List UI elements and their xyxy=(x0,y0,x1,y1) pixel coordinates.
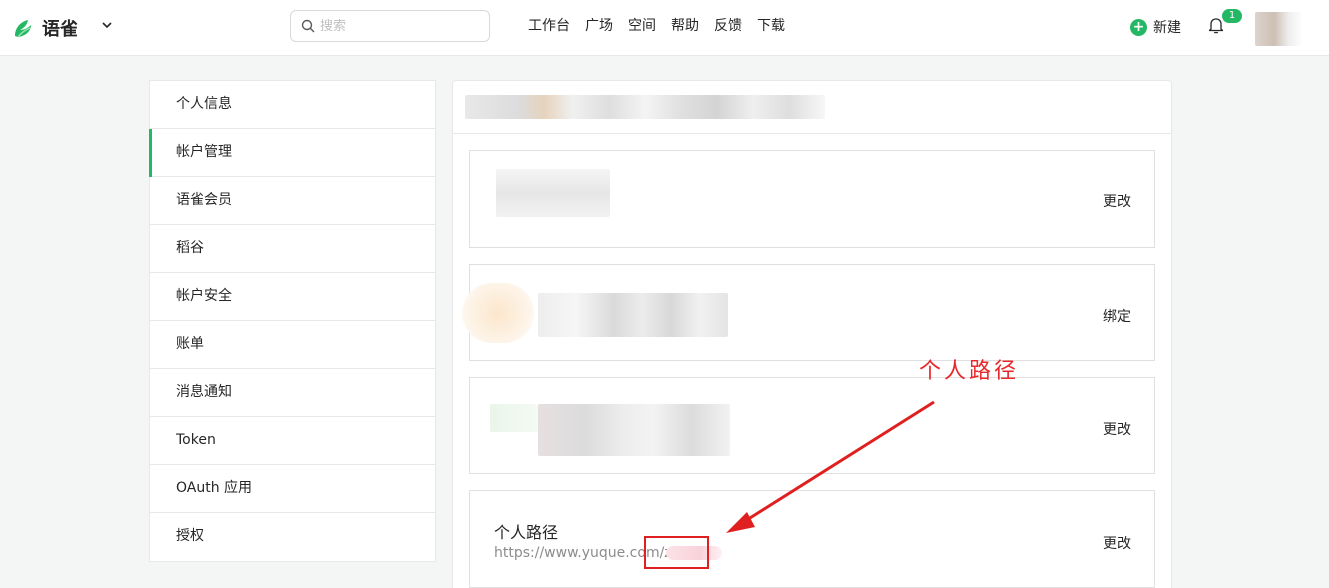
redacted-content xyxy=(490,404,538,432)
sidebar-item-account[interactable]: 帐户管理 xyxy=(149,129,435,177)
redacted-header-info xyxy=(465,95,825,119)
personal-path-title: 个人路径 xyxy=(494,523,559,542)
sidebar-item-token[interactable]: Token xyxy=(150,417,435,465)
notification-badge: 1 xyxy=(1222,9,1242,23)
change-button[interactable]: 更改 xyxy=(1103,419,1131,439)
new-button[interactable]: + 新建 xyxy=(1130,17,1181,37)
change-button[interactable]: 更改 xyxy=(1103,191,1131,211)
nav-workbench[interactable]: 工作台 xyxy=(528,17,570,35)
new-label: 新建 xyxy=(1153,20,1181,36)
account-card-1: 更改 xyxy=(469,150,1155,248)
panel-header xyxy=(453,81,1171,134)
sidebar-item-billing[interactable]: 账单 xyxy=(150,321,435,369)
annotation-label: 个人路径 xyxy=(919,359,1020,384)
sidebar-item-notifications[interactable]: 消息通知 xyxy=(150,369,435,417)
nav-help[interactable]: 帮助 xyxy=(671,17,699,35)
search-input[interactable] xyxy=(320,18,480,34)
nav-space[interactable]: 空间 xyxy=(628,17,656,35)
sidebar-item-security[interactable]: 帐户安全 xyxy=(150,273,435,321)
avatar[interactable] xyxy=(1255,12,1303,46)
search-box[interactable] xyxy=(290,10,490,42)
sidebar-item-membership[interactable]: 语雀会员 xyxy=(150,177,435,225)
annotation-highlight-box xyxy=(644,536,709,569)
sidebar-item-authorization[interactable]: 授权 xyxy=(150,513,435,561)
sidebar-item-rice[interactable]: 稻谷 xyxy=(150,225,435,273)
account-panel: 更改 绑定 更改 个人路径 https://www.yuque.com/z 更改 xyxy=(452,80,1172,588)
personal-path-card: 个人路径 https://www.yuque.com/z 更改 xyxy=(469,490,1155,588)
top-nav: 工作台 广场 空间 帮助 反馈 下载 xyxy=(528,17,800,35)
nav-feedback[interactable]: 反馈 xyxy=(714,17,742,35)
search-icon xyxy=(301,19,315,33)
logo[interactable]: 语雀 xyxy=(12,14,78,42)
nav-explore[interactable]: 广场 xyxy=(585,17,613,35)
change-button[interactable]: 更改 xyxy=(1103,533,1131,553)
yuque-logo-icon xyxy=(15,20,31,38)
sidebar-item-oauth[interactable]: OAuth 应用 xyxy=(150,465,435,513)
nav-download[interactable]: 下载 xyxy=(757,17,785,35)
plus-icon: + xyxy=(1130,18,1147,36)
logo-text: 语雀 xyxy=(42,19,78,40)
sidebar-item-profile[interactable]: 个人信息 xyxy=(150,81,435,129)
account-card-3: 更改 xyxy=(469,377,1155,474)
chevron-down-icon[interactable] xyxy=(100,18,114,32)
account-card-2: 绑定 xyxy=(462,264,1155,361)
settings-sidebar: 个人信息 帐户管理 语雀会员 稻谷 帐户安全 账单 消息通知 Token OAu… xyxy=(149,80,436,562)
bind-button[interactable]: 绑定 xyxy=(1103,306,1131,326)
redacted-content xyxy=(496,169,610,217)
redacted-content xyxy=(538,404,730,456)
redacted-content xyxy=(538,293,728,337)
top-header: 语雀 工作台 广场 空间 帮助 反馈 下载 + 新建 1 xyxy=(0,0,1329,56)
redacted-content xyxy=(462,283,534,343)
